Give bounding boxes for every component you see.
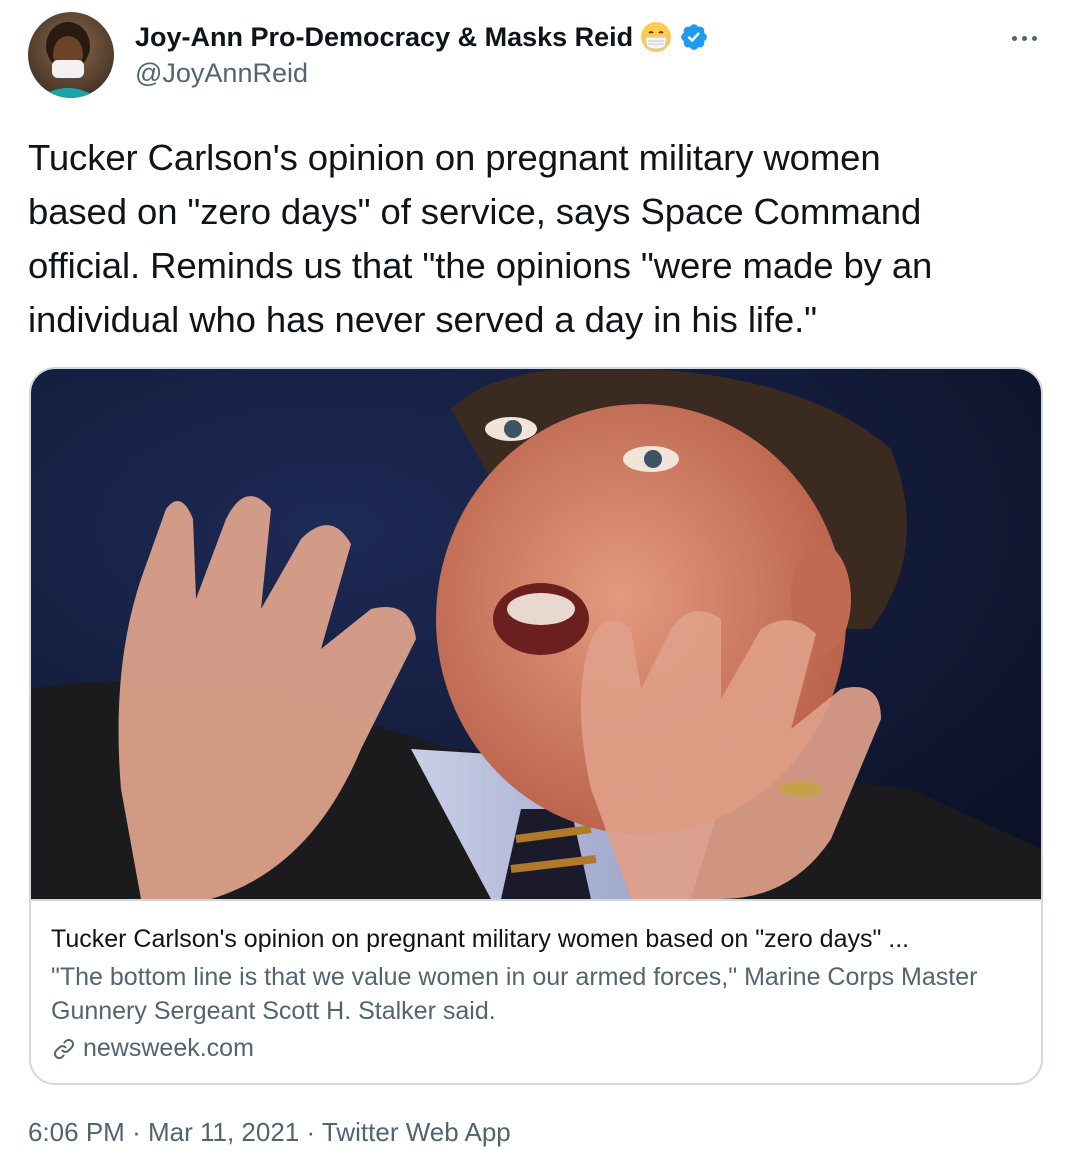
more-dot-icon xyxy=(1031,35,1037,41)
display-name[interactable]: Joy-Ann Pro-Democracy & Masks Reid xyxy=(135,22,633,53)
handle[interactable]: @JoyAnnReid xyxy=(135,58,308,89)
tweet-time[interactable]: 6:06 PM xyxy=(28,1117,125,1147)
card-domain[interactable]: newsweek.com xyxy=(51,1034,254,1063)
verified-badge-icon xyxy=(679,22,709,52)
link-card[interactable]: Tucker Carlson's opinion on pregnant mil… xyxy=(29,367,1043,1085)
card-title[interactable]: Tucker Carlson's opinion on pregnant mil… xyxy=(51,925,1021,954)
more-dot-icon xyxy=(1011,35,1017,41)
card-domain-label: newsweek.com xyxy=(83,1034,254,1062)
tweet: Joy-Ann Pro-Democracy & Masks Reid @JoyA… xyxy=(0,0,1072,1174)
meta-separator: · xyxy=(132,1117,141,1147)
meta-separator: · xyxy=(306,1117,316,1147)
card-divider xyxy=(31,899,1041,901)
more-options-button[interactable] xyxy=(1004,26,1044,50)
more-dot-icon xyxy=(1021,35,1027,41)
card-image[interactable] xyxy=(31,369,1041,899)
link-icon xyxy=(51,1036,77,1062)
tweet-date[interactable]: Mar 11, 2021 xyxy=(148,1117,299,1147)
face-with-medical-mask-icon xyxy=(639,20,673,54)
tweet-meta: 6:06 PM · Mar 11, 2021 · Twitter Web App xyxy=(28,1117,511,1148)
avatar[interactable] xyxy=(28,12,114,98)
card-description[interactable]: "The bottom line is that we value women … xyxy=(51,960,1026,1028)
tweet-text: Tucker Carlson's opinion on pregnant mil… xyxy=(28,137,933,340)
tweet-source[interactable]: Twitter Web App xyxy=(322,1117,511,1147)
